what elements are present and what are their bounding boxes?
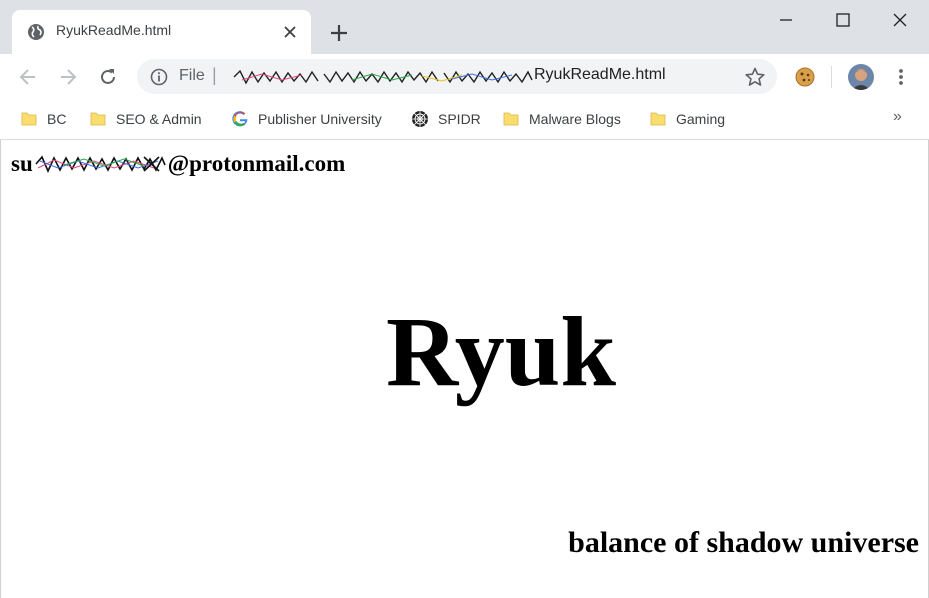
folder-icon xyxy=(21,112,37,126)
spider-web-icon xyxy=(412,111,428,127)
bookmarks-overflow-button[interactable]: » xyxy=(893,108,902,126)
browser-toolbar: File | RyukReadMe.html xyxy=(0,54,929,100)
email-prefix: su xyxy=(11,151,33,176)
bookmark-gaming[interactable]: Gaming xyxy=(649,108,725,130)
minimize-icon[interactable] xyxy=(776,10,796,30)
back-arrow-icon[interactable] xyxy=(17,66,39,88)
page-content: su @protonmail.com Ryuk balance of shado… xyxy=(0,140,929,598)
bookmark-malware-blogs[interactable]: Malware Blogs xyxy=(502,108,621,130)
title-bar: RyukReadMe.html xyxy=(0,0,929,54)
folder-icon xyxy=(503,112,519,126)
url-scheme-label: File xyxy=(179,67,205,84)
bookmark-spidr[interactable]: SPIDR xyxy=(411,108,481,130)
reload-icon[interactable] xyxy=(97,66,119,88)
contact-email: su @protonmail.com xyxy=(11,151,345,177)
profile-photo-icon xyxy=(848,64,874,90)
cookie-extension-icon[interactable] xyxy=(794,66,816,88)
new-tab-plus-icon[interactable] xyxy=(328,22,350,44)
forward-arrow-icon[interactable] xyxy=(57,66,79,88)
address-bar[interactable]: File | RyukReadMe.html xyxy=(137,59,777,94)
tab-title: RyukReadMe.html xyxy=(56,22,172,38)
close-icon[interactable] xyxy=(890,10,910,30)
ryuk-headline: Ryuk xyxy=(386,296,616,407)
bookmark-bc[interactable]: BC xyxy=(20,108,66,130)
bookmark-star-icon[interactable] xyxy=(744,66,766,88)
redacted-email-scribble xyxy=(35,155,166,173)
bookmark-label: SEO & Admin xyxy=(116,111,202,127)
globe-icon xyxy=(28,24,44,40)
info-icon[interactable] xyxy=(150,68,168,86)
tab-close-icon[interactable] xyxy=(282,24,298,40)
kebab-menu-icon[interactable] xyxy=(890,66,912,88)
url-path: RyukReadMe.html xyxy=(534,66,666,83)
bookmark-label: Publisher University xyxy=(258,111,382,127)
maximize-icon[interactable] xyxy=(833,10,853,30)
bookmark-label: BC xyxy=(47,111,67,127)
profile-avatar[interactable] xyxy=(848,64,874,90)
bookmark-label: Gaming xyxy=(676,111,726,127)
folder-icon xyxy=(650,112,666,126)
bookmark-publisher-university[interactable]: Publisher University xyxy=(231,108,382,130)
redacted-url-scribble xyxy=(233,69,533,85)
bookmarks-bar: BC SEO & Admin Publisher University SPID… xyxy=(0,100,929,140)
bookmark-label: SPIDR xyxy=(438,111,481,127)
bookmark-seo-admin[interactable]: SEO & Admin xyxy=(89,108,202,130)
tagline: balance of shadow universe xyxy=(568,526,919,559)
bookmark-label: Malware Blogs xyxy=(529,111,621,127)
active-tab[interactable]: RyukReadMe.html xyxy=(12,10,311,54)
url-separator: | xyxy=(212,65,217,85)
folder-icon xyxy=(90,112,106,126)
toolbar-divider xyxy=(831,66,832,88)
google-g-icon xyxy=(232,111,248,127)
email-domain: @protonmail.com xyxy=(167,151,346,176)
